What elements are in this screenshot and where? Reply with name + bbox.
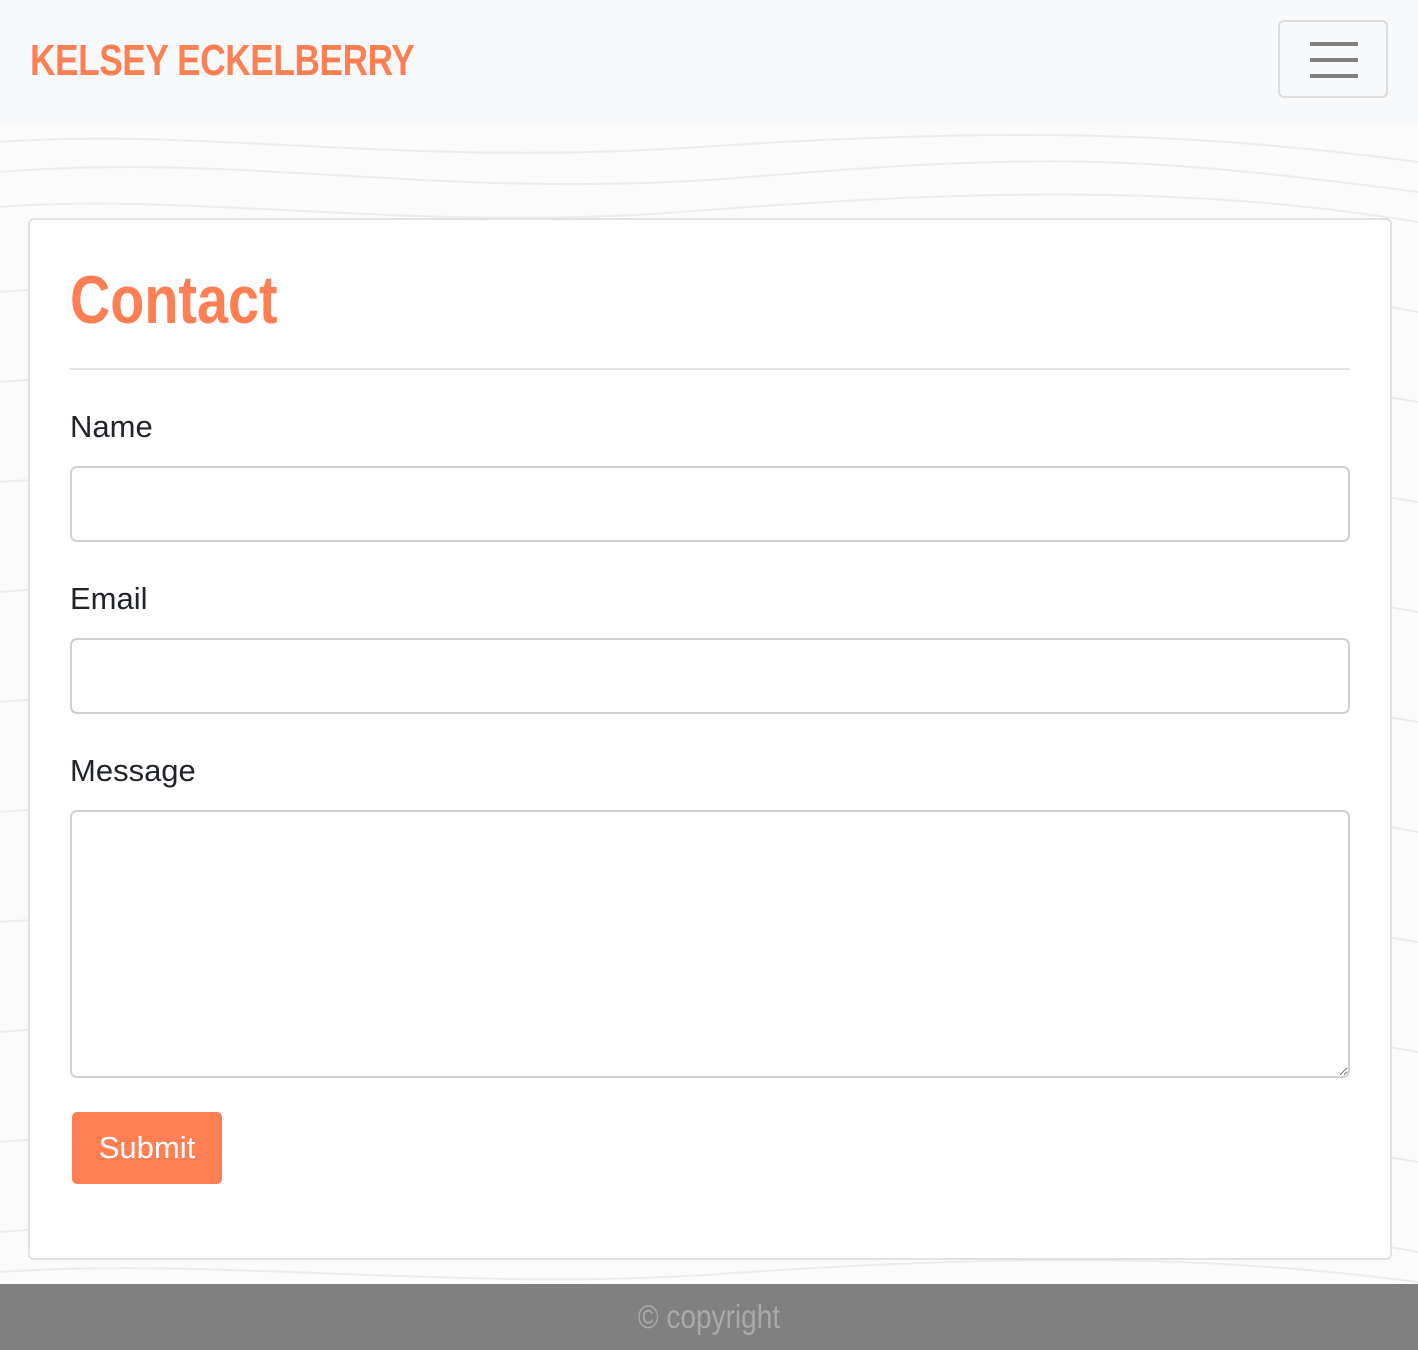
submit-button[interactable]: Submit <box>72 1112 222 1184</box>
navbar-toggler-button[interactable] <box>1278 20 1388 98</box>
hamburger-bar <box>1310 58 1358 62</box>
navbar: KELSEY ECKELBERRY <box>0 0 1418 122</box>
message-textarea[interactable] <box>70 810 1350 1078</box>
contact-card: Contact Name Email Message Submit <box>28 218 1392 1260</box>
hamburger-bar <box>1310 74 1358 78</box>
message-label: Message <box>70 753 196 788</box>
copyright-text: © copyright <box>637 1298 781 1335</box>
title-divider <box>70 368 1350 370</box>
email-label: Email <box>70 581 148 616</box>
name-label: Name <box>70 409 153 444</box>
name-input[interactable] <box>70 466 1350 542</box>
hamburger-bar <box>1310 42 1358 46</box>
brand-link[interactable]: KELSEY ECKELBERRY <box>30 34 415 88</box>
page-title: Contact <box>70 262 278 338</box>
footer: © copyright <box>0 1284 1418 1350</box>
email-input[interactable] <box>70 638 1350 714</box>
